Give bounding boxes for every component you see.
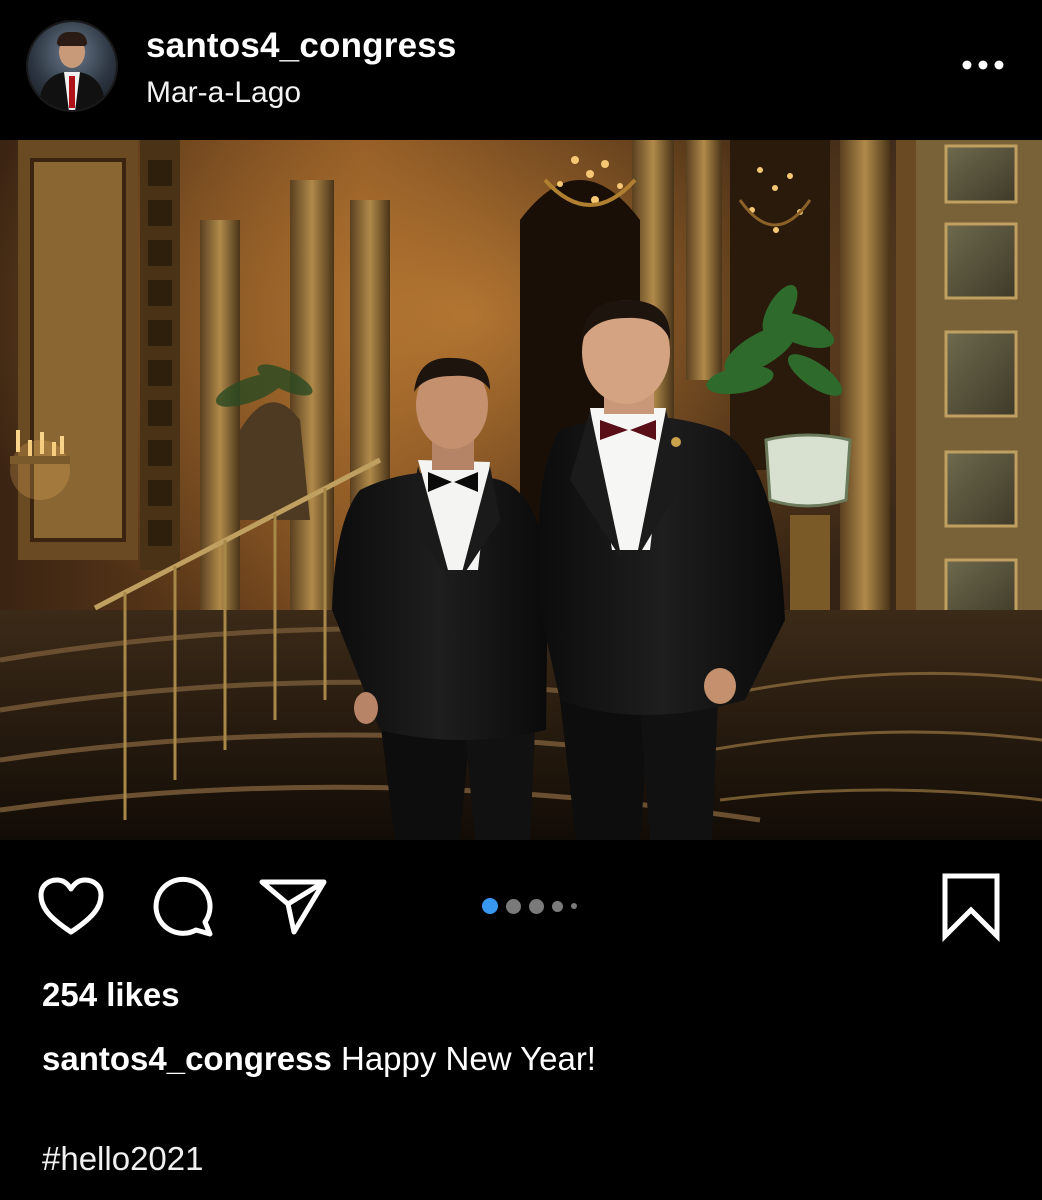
comment-icon: [153, 876, 213, 937]
like-button[interactable]: [36, 876, 106, 938]
profile-avatar[interactable]: [28, 22, 116, 110]
caption-hashtag[interactable]: #hello2021: [42, 1140, 204, 1178]
carousel-dot[interactable]: [552, 900, 563, 912]
carousel-dot[interactable]: [506, 898, 521, 914]
send-icon: [259, 879, 327, 935]
bookmark-icon: [942, 873, 1000, 943]
more-options-button[interactable]: [956, 50, 1010, 80]
caption-username[interactable]: santos4_congress: [42, 1040, 332, 1077]
carousel-dot[interactable]: [482, 898, 498, 914]
carousel-dot[interactable]: [571, 903, 577, 909]
post-header: santos4_congress Mar-a-Lago: [0, 0, 1042, 140]
share-button[interactable]: [258, 876, 328, 938]
post-caption: santos4_congress Happy New Year!: [42, 1040, 596, 1078]
more-horizontal-icon: [962, 60, 1004, 70]
likes-count[interactable]: 254 likes: [42, 976, 180, 1014]
post-photo[interactable]: [0, 140, 1042, 840]
caption-text: Happy New Year!: [340, 1040, 596, 1077]
carousel-dot[interactable]: [529, 898, 544, 914]
post-username[interactable]: santos4_congress: [146, 26, 457, 66]
post-location[interactable]: Mar-a-Lago: [146, 76, 301, 110]
carousel-indicator: [482, 896, 577, 916]
comment-button[interactable]: [150, 876, 216, 938]
heart-icon: [38, 877, 104, 935]
save-button[interactable]: [940, 872, 1002, 943]
